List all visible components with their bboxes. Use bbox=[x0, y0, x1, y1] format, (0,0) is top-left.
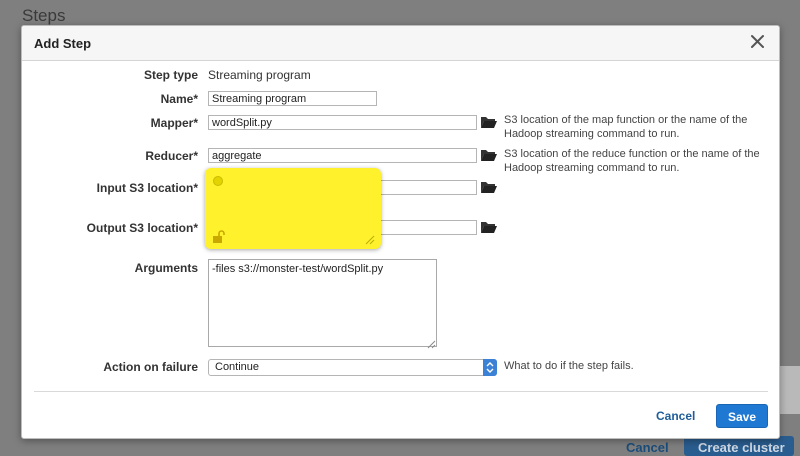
reducer-help: S3 location of the reduce function or th… bbox=[504, 147, 760, 175]
dialog-header: Add Step bbox=[22, 26, 779, 61]
mapper-label: Mapper* bbox=[150, 116, 198, 130]
mapper-help: S3 location of the map function or the n… bbox=[504, 113, 747, 141]
save-button[interactable]: Save bbox=[716, 404, 768, 428]
sticky-resize-icon[interactable] bbox=[363, 232, 375, 245]
resize-grip-icon[interactable] bbox=[426, 336, 436, 349]
action-on-failure-help: What to do if the step fails. bbox=[504, 360, 634, 372]
dialog-title: Add Step bbox=[34, 36, 92, 51]
create-cluster-button: Create cluster bbox=[684, 436, 794, 456]
reducer-input[interactable] bbox=[208, 148, 477, 163]
sticky-close-icon[interactable] bbox=[213, 176, 223, 186]
step-type-label: Step type bbox=[143, 68, 198, 82]
select-arrows-icon bbox=[483, 359, 497, 376]
mapper-help-line2: Hadoop streaming command to run. bbox=[504, 128, 680, 140]
output-s3-folder-icon[interactable] bbox=[480, 220, 498, 234]
name-input[interactable] bbox=[208, 91, 377, 106]
reducer-folder-icon[interactable] bbox=[480, 148, 498, 162]
mapper-folder-icon[interactable] bbox=[480, 115, 498, 129]
unlock-icon[interactable] bbox=[212, 230, 226, 244]
footer-divider bbox=[34, 391, 768, 392]
action-on-failure-select[interactable]: Continue bbox=[208, 359, 497, 376]
action-on-failure-label: Action on failure bbox=[103, 360, 198, 374]
cancel-button[interactable]: Cancel bbox=[656, 409, 695, 423]
arguments-label: Arguments bbox=[134, 261, 198, 275]
mapper-input[interactable] bbox=[208, 115, 477, 130]
page-title: Steps bbox=[22, 6, 66, 25]
mapper-help-line1: S3 location of the map function or the n… bbox=[504, 114, 748, 126]
input-s3-label: Input S3 location* bbox=[96, 181, 198, 195]
close-icon[interactable] bbox=[749, 32, 767, 52]
name-label: Name* bbox=[160, 92, 198, 106]
arguments-textarea[interactable]: -files s3://monster-test/wordSplit.py bbox=[208, 259, 437, 347]
reducer-help-line1: S3 location of the reduce function or th… bbox=[504, 148, 760, 160]
action-on-failure-value: Continue bbox=[215, 361, 260, 373]
reducer-help-line2: Hadoop streaming command to run. bbox=[504, 162, 680, 174]
input-s3-folder-icon[interactable] bbox=[480, 180, 498, 194]
background-panel bbox=[778, 366, 800, 414]
add-step-dialog: Add Step Step type Streaming program Nam… bbox=[21, 25, 780, 439]
output-s3-label: Output S3 location* bbox=[86, 221, 198, 235]
reducer-label: Reducer* bbox=[145, 149, 198, 163]
sticky-note[interactable] bbox=[205, 168, 381, 249]
step-type-value: Streaming program bbox=[208, 68, 311, 82]
